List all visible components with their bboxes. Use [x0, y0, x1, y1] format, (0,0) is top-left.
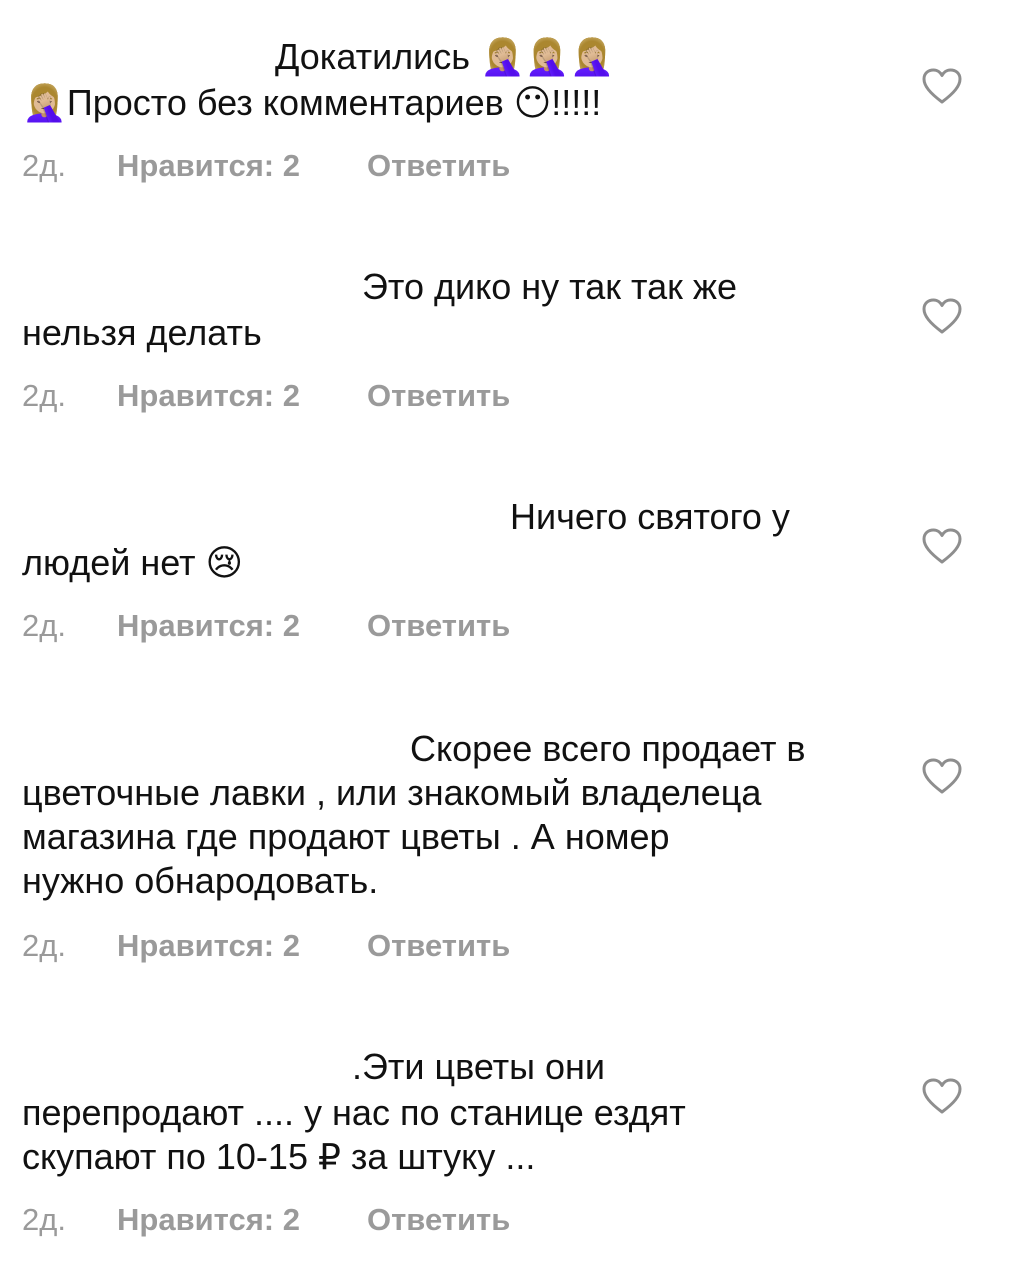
comment-text-line: нужно обнародовать.: [22, 860, 379, 901]
comment-text-line: Ничего святого у: [510, 496, 790, 537]
comment-text-line: цветочные лавки , или знакомый владелеца: [22, 772, 762, 813]
comment-text-line: Скорее всего продает в: [410, 728, 806, 769]
reply-button[interactable]: Ответить: [367, 606, 510, 646]
comment-text-line: 🤦🏼‍♀️Просто без комментариев 😶!!!!!: [22, 82, 602, 123]
comment-text-line: скупают по 10-15 ₽ за штуку ...: [22, 1136, 536, 1177]
comment-time: 2д.: [22, 148, 66, 183]
comment-time: 2д.: [22, 1202, 66, 1237]
reply-button[interactable]: Ответить: [367, 1200, 510, 1240]
comment-time: 2д.: [22, 378, 66, 413]
comment-text-line: Докатились 🤦🏼‍♀️🤦🏼‍♀️🤦🏼‍♀️: [275, 36, 615, 77]
likes-count-button[interactable]: Нравится: 2: [117, 146, 300, 186]
comment-text-line: перепродают .... у нас по станице ездят: [22, 1092, 686, 1133]
likes-count-button[interactable]: Нравится: 2: [117, 1200, 300, 1240]
heart-outline-icon[interactable]: [920, 756, 964, 796]
reply-button[interactable]: Ответить: [367, 146, 510, 186]
likes-count-button[interactable]: Нравится: 2: [117, 926, 300, 966]
likes-count-button[interactable]: Нравится: 2: [117, 606, 300, 646]
heart-outline-icon[interactable]: [920, 526, 964, 566]
comment-text-line: людей нет 😢: [22, 542, 244, 583]
comment-text-line: Это дико ну так так же: [362, 266, 737, 307]
reply-button[interactable]: Ответить: [367, 376, 510, 416]
comment-time: 2д.: [22, 608, 66, 643]
likes-count-button[interactable]: Нравится: 2: [117, 376, 300, 416]
reply-button[interactable]: Ответить: [367, 926, 510, 966]
heart-outline-icon[interactable]: [920, 1076, 964, 1116]
comment-text-line: .Эти цветы они: [352, 1046, 606, 1087]
comment-text-line: магазина где продают цветы . А номер: [22, 816, 670, 857]
heart-outline-icon[interactable]: [920, 296, 964, 336]
comment-text-line: нельзя делать: [22, 312, 262, 353]
heart-outline-icon[interactable]: [920, 66, 964, 106]
comment-time: 2д.: [22, 928, 66, 963]
